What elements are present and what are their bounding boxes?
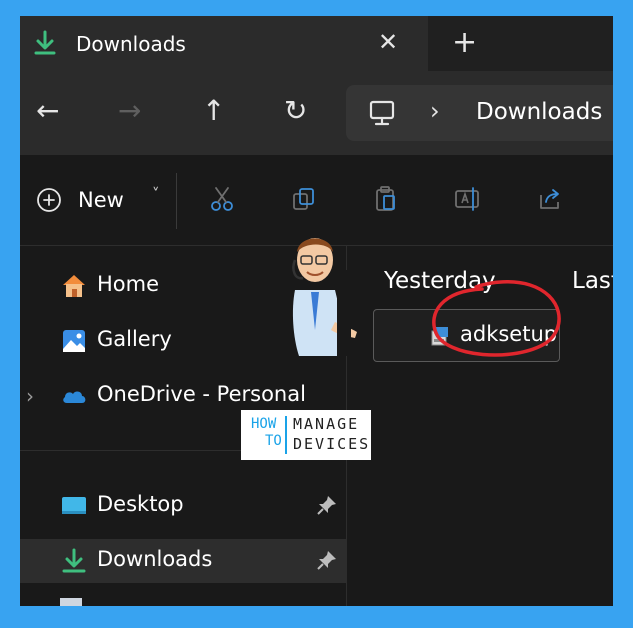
refresh-button[interactable]: ↻ <box>284 95 307 127</box>
sidebar-item-label: Desktop <box>97 492 184 516</box>
mascot-illustration <box>292 238 357 356</box>
sidebar-item-label: Downloads <box>97 547 213 571</box>
sidebar-item-desktop[interactable]: Desktop <box>20 484 346 528</box>
sidebar-item-label: Gallery <box>97 327 172 351</box>
rename-icon[interactable] <box>454 185 482 213</box>
back-button[interactable]: ← <box>36 95 59 127</box>
download-icon <box>62 548 86 573</box>
cut-icon[interactable] <box>208 185 236 213</box>
sidebar-item-label: Home <box>97 272 160 296</box>
pin-icon[interactable] <box>316 494 338 516</box>
navigation-bar: ← → ↑ ↻ › Downloads <box>20 71 613 155</box>
breadcrumb-separator: › <box>430 97 440 125</box>
paste-icon[interactable] <box>372 185 400 213</box>
home-icon <box>63 275 85 297</box>
sidebar-item-downloads[interactable]: Downloads <box>20 539 346 583</box>
annotation-circle <box>432 280 561 357</box>
chevron-down-icon: ˅ <box>152 185 160 203</box>
address-bar[interactable]: › Downloads <box>346 85 613 141</box>
gallery-icon <box>63 330 85 352</box>
new-button-label: New <box>78 188 124 212</box>
logo-manage: MANAGE <box>293 415 360 433</box>
cloud-icon <box>63 391 86 403</box>
new-tab-button[interactable]: + <box>452 27 477 59</box>
share-icon[interactable] <box>536 185 564 213</box>
sidebar-item-label: OneDrive - Personal <box>97 382 306 406</box>
close-tab-button[interactable]: ✕ <box>378 28 398 56</box>
breadcrumb-downloads[interactable]: Downloads <box>476 99 602 125</box>
partial-folder-icon <box>60 598 82 606</box>
up-button[interactable]: ↑ <box>202 95 225 127</box>
group-header-last[interactable]: Last <box>572 268 613 294</box>
logo-devices: DEVICES <box>293 435 371 453</box>
logo-to: TO <box>265 433 282 449</box>
forward-button[interactable]: → <box>118 95 141 127</box>
brand-logo: HOW TO MANAGE DEVICES <box>241 410 371 460</box>
pin-icon[interactable] <box>316 549 338 571</box>
this-pc-icon <box>369 100 395 126</box>
tab-downloads[interactable]: Downloads ✕ <box>20 16 428 71</box>
toolbar-divider <box>176 173 177 229</box>
desktop-icon <box>62 497 86 514</box>
download-icon <box>34 30 56 55</box>
tab-title: Downloads <box>76 32 186 56</box>
logo-how: HOW <box>251 416 277 432</box>
copy-icon[interactable] <box>290 185 318 213</box>
tab-strip: Downloads ✕ + <box>20 16 613 71</box>
expand-chevron-icon[interactable]: › <box>26 384 34 408</box>
logo-divider <box>285 416 287 454</box>
plus-circle-icon <box>37 188 61 212</box>
